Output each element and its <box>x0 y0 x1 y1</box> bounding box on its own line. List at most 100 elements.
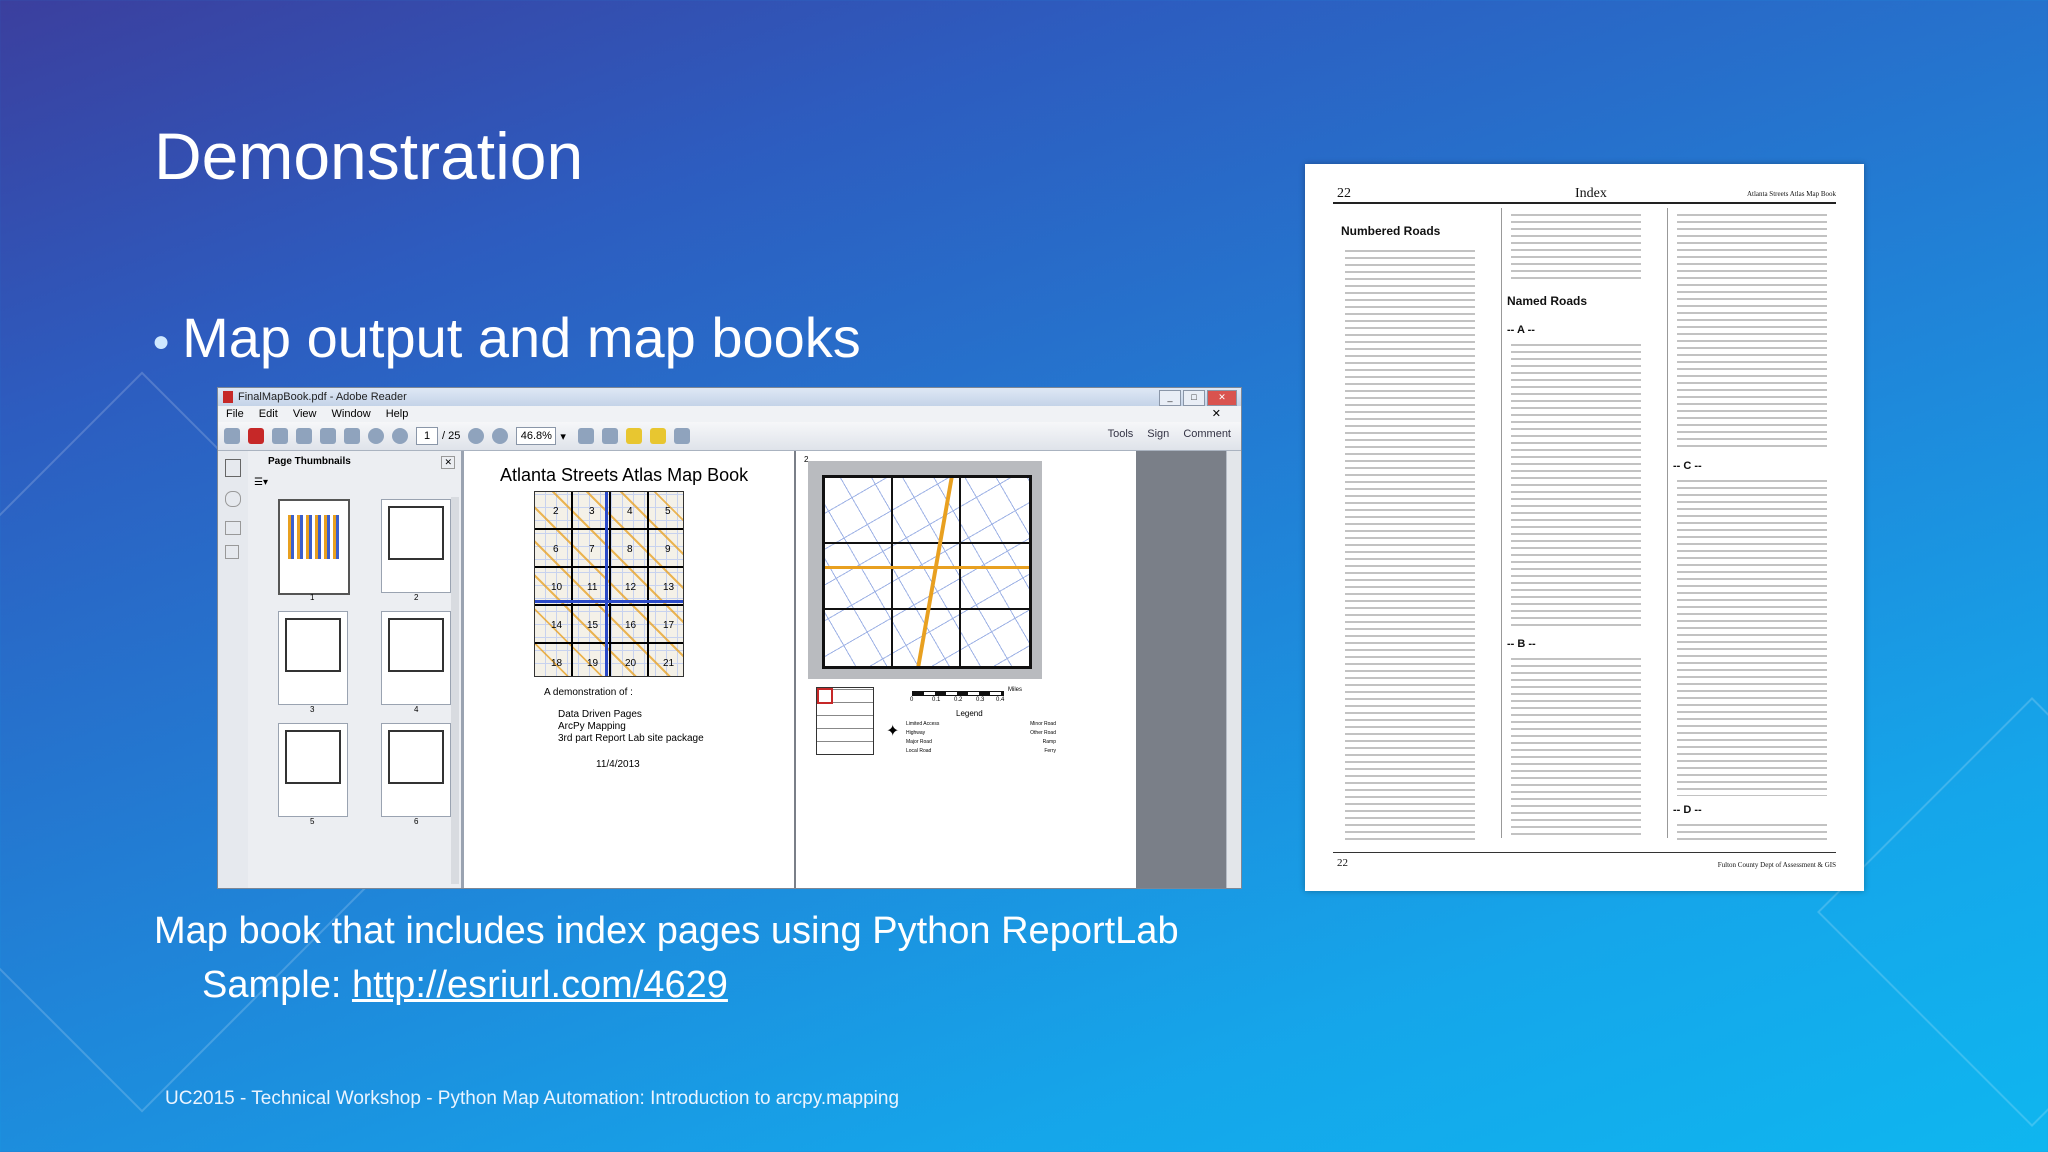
thumbnail-page-3[interactable] <box>278 611 348 705</box>
tools-tab[interactable]: Tools <box>1108 428 1134 440</box>
navigation-strip <box>218 451 249 888</box>
edit-icon[interactable] <box>272 428 288 444</box>
thumbnail-page-6[interactable] <box>381 723 451 817</box>
page-number-input[interactable]: 1 <box>416 427 438 445</box>
save-icon[interactable] <box>296 428 312 444</box>
highlight-icon[interactable] <box>649 428 666 444</box>
page-down-icon[interactable] <box>392 428 408 444</box>
comment-icon[interactable] <box>625 428 642 444</box>
grid-label: 14 <box>551 620 563 631</box>
index-entries <box>1677 824 1827 844</box>
grid-label: 4 <box>627 506 633 517</box>
legend-item: Local Road <box>906 748 932 754</box>
create-icon[interactable] <box>224 428 240 444</box>
scale-tick: 0.3 <box>976 697 985 703</box>
letter-heading: -- D -- <box>1673 804 1702 816</box>
grid-label: 16 <box>625 620 637 631</box>
grid-label: 9 <box>665 544 671 555</box>
sample-link[interactable]: http://esriurl.com/4629 <box>352 964 728 1006</box>
thumbnail-label: 5 <box>310 817 315 826</box>
index-entries <box>1511 214 1641 284</box>
toolbar-right-tabs: Tools Sign Comment <box>1108 428 1231 440</box>
demo-item: ArcPy Mapping <box>558 721 626 732</box>
menu-help[interactable]: Help <box>386 408 409 420</box>
close-document-icon[interactable]: ✕ <box>1212 406 1221 422</box>
grid-label: 5 <box>665 506 671 517</box>
column-divider <box>1667 208 1668 838</box>
menu-edit[interactable]: Edit <box>259 408 278 420</box>
sign-tab[interactable]: Sign <box>1147 428 1169 440</box>
open-icon[interactable] <box>248 428 264 444</box>
print-icon[interactable] <box>320 428 336 444</box>
demo-item: 3rd part Report Lab site package <box>558 733 704 744</box>
scale-tick: 0 <box>910 697 914 703</box>
thumbnail-page-4[interactable] <box>381 611 451 705</box>
grid-label: 7 <box>589 544 595 555</box>
caption-text: Map book that includes index pages using… <box>154 910 1179 952</box>
legend-item: Ramp <box>1042 739 1056 745</box>
legend-item: Other Road <box>1030 730 1056 736</box>
bullet-point: ● Map output and map books <box>152 305 861 370</box>
menu-file[interactable]: File <box>226 408 244 420</box>
zoom-in-icon[interactable] <box>492 428 509 444</box>
menu-view[interactable]: View <box>293 408 317 420</box>
fit-page-icon[interactable] <box>577 428 594 444</box>
close-icon[interactable]: ✕ <box>1207 390 1237 406</box>
grid-label: 6 <box>553 544 559 555</box>
bullet-text: Map output and map books <box>182 306 861 369</box>
grid-label: 13 <box>663 582 675 593</box>
publish-date: 11/4/2013 <box>596 759 640 770</box>
letter-heading: -- B -- <box>1507 638 1536 650</box>
index-entries <box>1677 480 1827 796</box>
grid-label: 11 <box>587 582 598 593</box>
sample-line: Sample: http://esriurl.com/4629 <box>202 964 728 1007</box>
thumbnail-label: 3 <box>310 705 315 714</box>
letter-heading: -- C -- <box>1673 460 1702 472</box>
thumbnail-page-5[interactable] <box>278 723 348 817</box>
index-header-right: Atlanta Streets Atlas Map Book <box>1746 190 1836 198</box>
comment-tab[interactable]: Comment <box>1183 428 1231 440</box>
index-page-image: 22 Index Atlanta Streets Atlas Map Book … <box>1305 164 1864 891</box>
demo-label: A demonstration of : <box>544 687 633 698</box>
index-footer-right: Fulton County Dept of Assessment & GIS <box>1717 861 1836 869</box>
zoom-dropdown-icon[interactable]: ▾ <box>560 430 566 443</box>
document-scrollbar[interactable] <box>1226 451 1241 888</box>
attachments-icon[interactable] <box>225 491 241 507</box>
thumbnail-label: 6 <box>414 817 419 826</box>
sample-label: Sample: <box>202 964 342 1006</box>
thumbnail-page-2[interactable] <box>381 499 451 593</box>
page-thumbnails-icon[interactable] <box>225 459 241 477</box>
legend-item: Highway <box>906 730 926 736</box>
grid-label: 17 <box>663 620 675 631</box>
scale-tick: 0.1 <box>932 697 941 703</box>
toolbar: 1 / 25 46.8% ▾ Tools Sign Comment <box>218 422 1241 451</box>
maximize-icon[interactable]: □ <box>1183 390 1205 406</box>
slide-title: Demonstration <box>154 119 584 193</box>
legend: Limited Access Minor Road Highway Other Ro… <box>906 721 1056 754</box>
layers-icon[interactable] <box>225 521 241 535</box>
minimize-icon[interactable]: _ <box>1159 390 1181 406</box>
thumbnail-page-1[interactable] <box>278 499 350 595</box>
email-icon[interactable] <box>344 428 360 444</box>
pdf-icon <box>223 391 233 403</box>
page-up-icon[interactable] <box>368 428 384 444</box>
legend-item: Ferry <box>1044 748 1056 754</box>
expand-icon[interactable] <box>673 428 690 444</box>
zoom-out-icon[interactable] <box>468 428 485 444</box>
thumbnail-label: 1 <box>310 593 315 602</box>
grid-label: 18 <box>551 658 563 669</box>
section-numbered-roads: Numbered Roads <box>1341 224 1441 238</box>
index-entries <box>1511 658 1641 840</box>
bookmarks-icon[interactable] <box>225 545 239 559</box>
thumbnails-scrollbar[interactable] <box>451 497 459 884</box>
index-page-number: 22 <box>1337 186 1351 201</box>
options-icon[interactable]: ☰▾ <box>254 477 268 488</box>
pdf-page-1: Atlanta Streets Atlas Map Book 2 3 4 5 6… <box>464 451 794 888</box>
zoom-level-select[interactable]: 46.8% <box>516 427 557 445</box>
panel-close-icon[interactable]: ✕ <box>441 456 455 469</box>
fit-width-icon[interactable] <box>601 428 618 444</box>
menu-window[interactable]: Window <box>332 408 371 420</box>
scale-unit: Miles <box>1008 687 1023 693</box>
legend-item: Limited Access <box>906 721 940 727</box>
window-titlebar: FinalMapBook.pdf - Adobe Reader _ □ ✕ <box>218 388 1241 406</box>
